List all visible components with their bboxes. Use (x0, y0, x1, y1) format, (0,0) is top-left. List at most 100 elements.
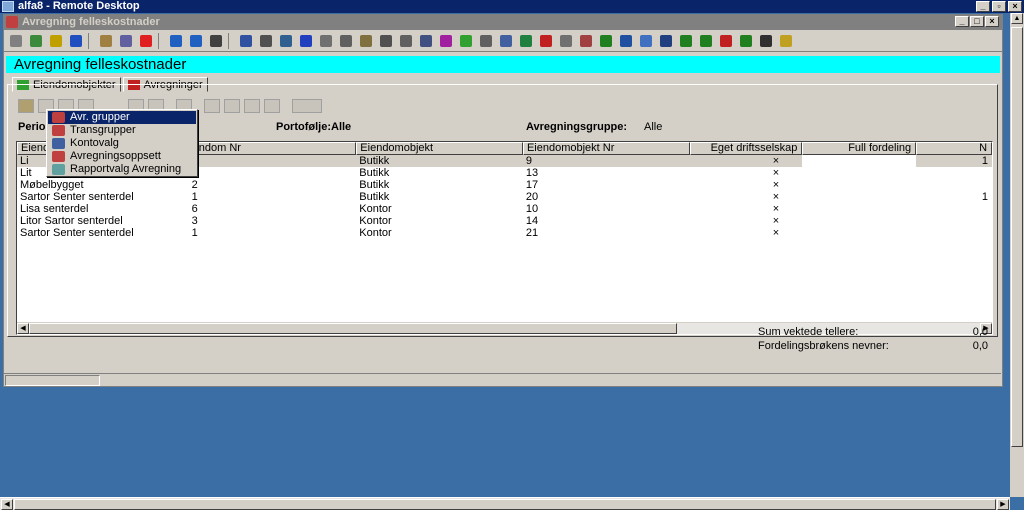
rdp-close-button[interactable]: × (1008, 1, 1022, 12)
table-row[interactable]: Litor Sartor senterdel 3 Kontor 14 × (17, 215, 992, 227)
module-icon-9[interactable] (398, 33, 414, 49)
panel-tool-icon[interactable] (264, 99, 280, 113)
column-header[interactable]: endom Nr (188, 142, 357, 155)
checkbox-cell[interactable]: × (690, 203, 803, 215)
module-icon-22[interactable] (658, 33, 674, 49)
delete-icon[interactable] (138, 33, 154, 49)
module-icon-1[interactable] (238, 33, 254, 49)
module-icon-3[interactable] (278, 33, 294, 49)
panel-tool-icon[interactable] (204, 99, 220, 113)
rdp-horizontal-scrollbar[interactable]: ◀ ▶ (0, 497, 1010, 510)
open-icon[interactable] (98, 33, 114, 49)
module-icon-25[interactable] (718, 33, 734, 49)
toolbar-separator (88, 32, 94, 49)
toolbar-separator (228, 32, 234, 49)
column-header[interactable]: Full fordeling (802, 142, 917, 155)
checkbox-cell[interactable]: × (690, 167, 803, 179)
module-icon-13[interactable] (478, 33, 494, 49)
module-icon-24[interactable] (698, 33, 714, 49)
cell: Sartor Senter senterdel (20, 227, 134, 239)
person-icon[interactable] (298, 33, 314, 49)
sum-value: 0,0 (972, 326, 988, 338)
settings-dropdown-icon[interactable] (18, 99, 34, 113)
menu-item-transgrupper[interactable]: Transgrupper (48, 124, 196, 137)
app-restore-button[interactable]: □ (970, 16, 984, 27)
cell (802, 215, 916, 227)
menu-item-avr-grupper[interactable]: Avr. grupper (48, 111, 196, 124)
scroll-right-icon[interactable]: ▶ (997, 499, 1009, 510)
avr-grupper-icon (52, 112, 65, 123)
warning-icon[interactable] (538, 33, 554, 49)
module-icon-28[interactable] (778, 33, 794, 49)
module-icon-19[interactable] (598, 33, 614, 49)
checkbox-cell[interactable]: × (690, 215, 803, 227)
module-icon-8[interactable] (378, 33, 394, 49)
remote-desktop-titlebar: alfa8 - Remote Desktop _ ▫ × (0, 0, 1024, 13)
column-header[interactable]: N (916, 142, 992, 155)
dollar-icon[interactable] (758, 33, 774, 49)
cell: Butikk (359, 155, 390, 167)
panel-tool-icon[interactable] (292, 99, 322, 113)
menu-item-avregningsoppsett[interactable]: Avregningsoppsett (48, 150, 196, 163)
module-icon-18[interactable] (578, 33, 594, 49)
rdp-minimize-button[interactable]: _ (976, 1, 990, 12)
grid-icon[interactable] (28, 33, 44, 49)
checkbox-cell[interactable]: × (690, 179, 803, 191)
binoculars-icon[interactable] (208, 33, 224, 49)
module-icon-6[interactable] (338, 33, 354, 49)
module-icon-11[interactable] (438, 33, 454, 49)
module-icon-7[interactable] (358, 33, 374, 49)
cell: Sartor Senter senterdel (20, 191, 134, 203)
toolbar-separator (158, 32, 164, 49)
module-icon-10[interactable] (418, 33, 434, 49)
app-close-button[interactable]: × (985, 16, 999, 27)
checkbox-cell[interactable]: × (690, 191, 803, 203)
report-icon (52, 164, 65, 175)
cell (802, 179, 916, 191)
scroll-thumb[interactable] (14, 499, 996, 510)
menu-item-rapportvalg[interactable]: Rapportvalg Avregning (48, 163, 196, 176)
scroll-thumb[interactable] (1011, 27, 1023, 447)
checkbox-cell[interactable]: × (690, 227, 803, 239)
scroll-up-icon[interactable]: ▲ (1011, 13, 1023, 24)
module-icon-2[interactable] (258, 33, 274, 49)
table-row[interactable]: Lisa senterdel 6 Kontor 10 × (17, 203, 992, 215)
scroll-left-icon[interactable]: ◀ (17, 323, 29, 334)
scroll-left-icon[interactable]: ◀ (1, 499, 13, 510)
column-header[interactable]: Eget driftsselskap (689, 142, 803, 155)
panel-tool-icon[interactable] (244, 99, 260, 113)
module-icon-12[interactable] (458, 33, 474, 49)
back-arrow-icon[interactable] (168, 33, 184, 49)
menu-item-kontovalg[interactable]: Kontovalg (48, 137, 196, 150)
table-icon[interactable] (48, 33, 64, 49)
forward-arrow-icon[interactable] (188, 33, 204, 49)
panel-tool-icon[interactable] (224, 99, 240, 113)
chart-icon[interactable] (518, 33, 534, 49)
transgrupper-icon (52, 125, 65, 136)
bookmark-icon[interactable] (68, 33, 84, 49)
module-icon-20[interactable] (618, 33, 634, 49)
rdp-vertical-scrollbar[interactable]: ▲ (1010, 13, 1024, 497)
scroll-thumb[interactable] (29, 323, 677, 334)
table-row[interactable]: Sartor Senter senterdel 1 Kontor 21 × (17, 227, 992, 239)
module-icon-5[interactable] (318, 33, 334, 49)
cell: 6 (191, 203, 198, 215)
checkbox-cell[interactable]: × (690, 155, 803, 167)
rdp-restore-button[interactable]: ▫ (992, 1, 1006, 12)
module-icon-14[interactable] (498, 33, 514, 49)
portfolio-filter[interactable]: Portofølje:Alle (276, 121, 351, 133)
column-header[interactable]: Eiendomobjekt Nr (522, 142, 690, 155)
module-icon-26[interactable] (738, 33, 754, 49)
module-icon-17[interactable] (558, 33, 574, 49)
table-row[interactable]: Møbelbygget 2 Butikk 17 × (17, 179, 992, 191)
column-header[interactable]: Eiendomobjekt (356, 142, 523, 155)
app-minimize-button[interactable]: _ (955, 16, 969, 27)
app-title: Avregning felleskostnader (22, 16, 160, 28)
list-icon[interactable] (8, 33, 24, 49)
cell (802, 227, 916, 239)
edit-icon[interactable] (118, 33, 134, 49)
module-icon-23[interactable] (678, 33, 694, 49)
module-icon-21[interactable] (638, 33, 654, 49)
table-row[interactable]: Sartor Senter senterdel 1 Butikk 20 × 1 (17, 191, 992, 203)
group-filter-value[interactable]: Alle (644, 121, 662, 133)
